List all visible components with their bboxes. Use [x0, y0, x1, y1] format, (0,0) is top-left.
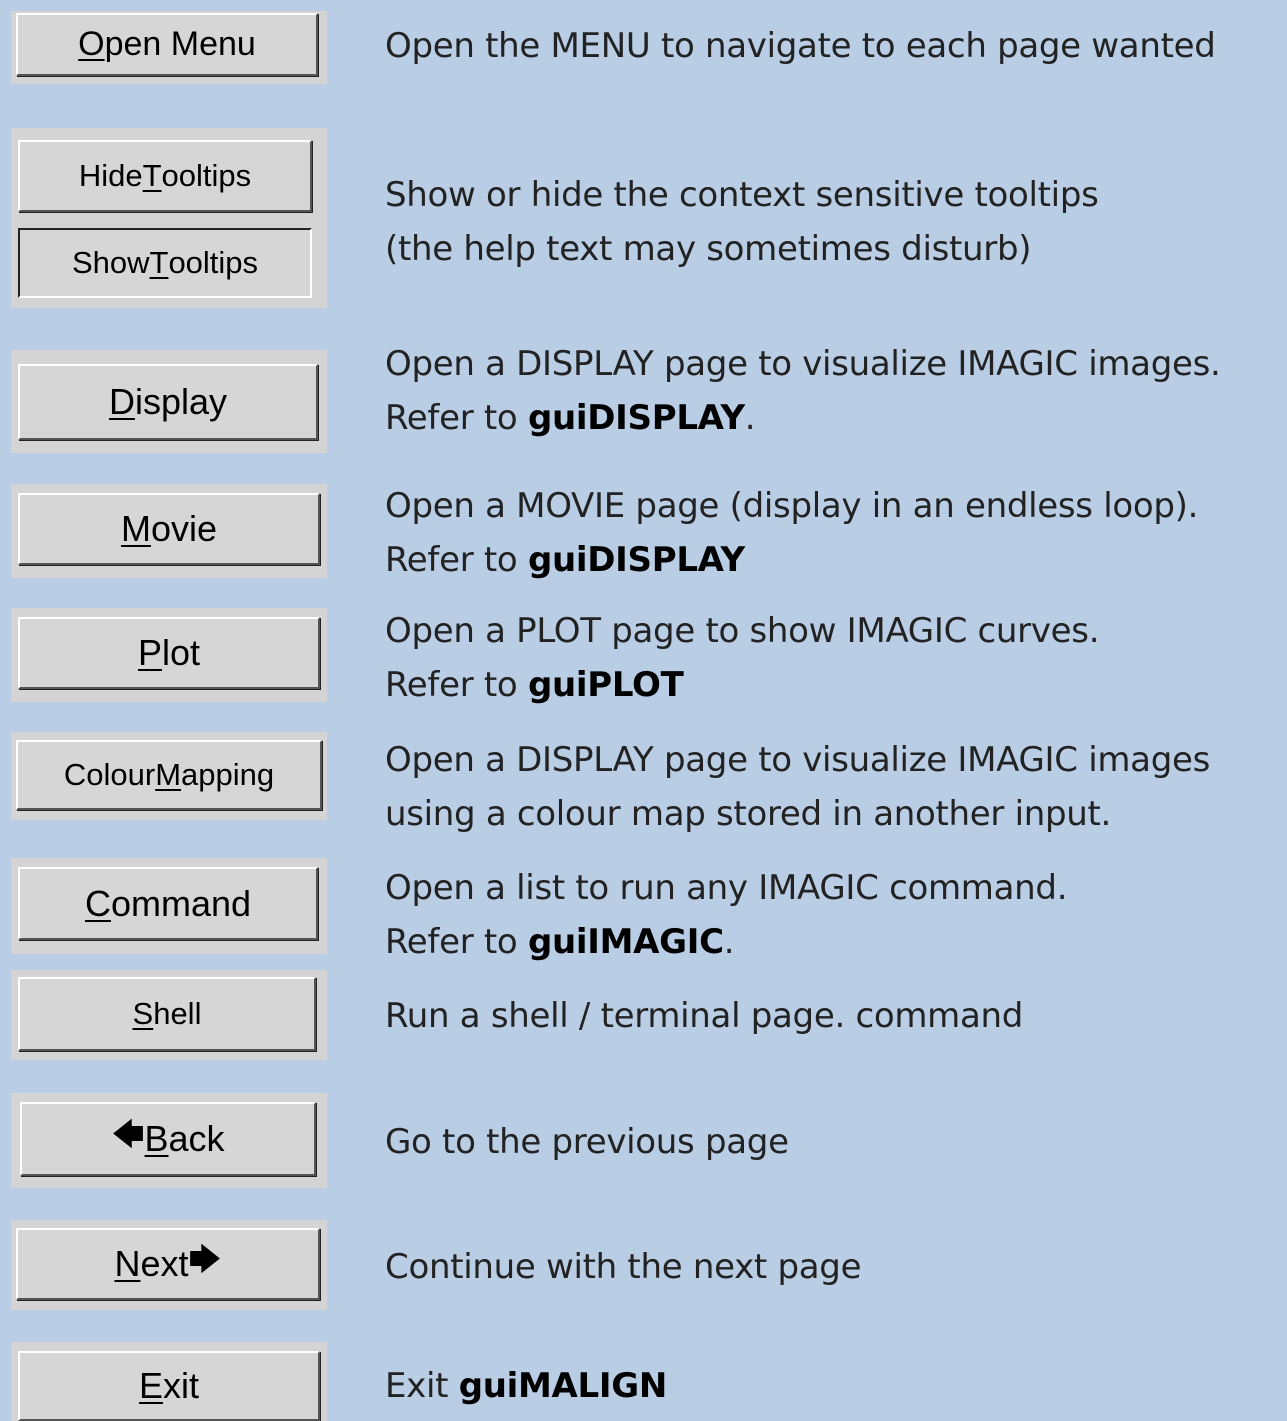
show-tooltips-mnemonic: T: [149, 245, 169, 280]
next-description: Continue with the next page: [385, 1240, 1285, 1294]
command-description: Open a list to run any IMAGIC command. R…: [385, 861, 1285, 969]
colour-mapping-button[interactable]: Colour Mapping: [16, 740, 322, 810]
hide-tooltips-mnemonic: T: [142, 158, 162, 193]
open-menu-mnemonic: O: [78, 25, 105, 63]
back-label: ack: [168, 1118, 225, 1159]
command-desc-line1: Open a list to run any IMAGIC command.: [385, 868, 1068, 908]
command-mnemonic: C: [84, 882, 111, 924]
hide-tooltips-label: ooltips: [161, 158, 252, 193]
plot-label: lot: [161, 632, 201, 673]
back-button[interactable]: 🡄 Back: [20, 1102, 316, 1176]
open-menu-description: Open the MENU to navigate to each page w…: [385, 19, 1285, 73]
tooltips-description: Show or hide the context sensitive toolt…: [385, 168, 1285, 276]
plot-desc-line1: Open a PLOT page to show IMAGIC curves.: [385, 611, 1100, 651]
open-menu-desc-line1: Open the MENU to navigate to each page w…: [385, 26, 1216, 66]
exit-desc-line1: Exit guiMALIGN: [385, 1359, 1285, 1413]
next-button[interactable]: Next 🡆: [16, 1228, 320, 1300]
command-desc-line2: Refer to guiIMAGIC.: [385, 915, 1285, 969]
hide-tooltips-button[interactable]: Hide Tooltips: [18, 140, 312, 212]
plot-mnemonic: P: [137, 632, 162, 673]
exit-label: xit: [163, 1365, 199, 1406]
movie-description: Open a MOVIE page (display in an endless…: [385, 479, 1285, 587]
exit-mnemonic: E: [138, 1365, 163, 1406]
plot-description: Open a PLOT page to show IMAGIC curves. …: [385, 604, 1285, 712]
next-desc-line1: Continue with the next page: [385, 1247, 862, 1287]
next-mnemonic: N: [114, 1243, 141, 1284]
open-menu-button[interactable]: Open Menu: [16, 13, 318, 76]
display-button[interactable]: Display: [18, 364, 318, 440]
display-desc-refer: Refer to: [385, 398, 528, 438]
arrow-left-icon: 🡄: [111, 1116, 145, 1152]
back-description: Go to the previous page: [385, 1115, 1285, 1169]
colour-mapping-desc-line2: using a colour map stored in another inp…: [385, 794, 1112, 834]
display-mnemonic: D: [108, 381, 135, 422]
movie-mnemonic: M: [120, 508, 151, 549]
colour-mapping-description: Open a DISPLAY page to visualize IMAGIC …: [385, 733, 1285, 841]
hide-tooltips-label-pre: Hide: [78, 158, 143, 193]
display-desc-line1: Open a DISPLAY page to visualize IMAGIC …: [385, 344, 1221, 384]
command-button[interactable]: Command: [18, 867, 318, 940]
plot-button[interactable]: Plot: [18, 617, 320, 689]
colour-mapping-desc-line1: Open a DISPLAY page to visualize IMAGIC …: [385, 740, 1211, 780]
movie-button[interactable]: Movie: [18, 493, 320, 565]
arrow-right-icon: 🡆: [188, 1241, 222, 1277]
colour-mapping-label: apping: [181, 757, 275, 792]
command-desc-link: guiIMAGIC: [527, 922, 724, 962]
open-menu-label: pen Menu: [104, 25, 256, 63]
display-description: Open a DISPLAY page to visualize IMAGIC …: [385, 337, 1285, 445]
colour-mapping-mnemonic: M: [155, 757, 182, 792]
show-tooltips-button[interactable]: Show Tooltips: [18, 228, 312, 298]
shell-button[interactable]: Shell: [18, 977, 316, 1051]
plot-desc-refer: Refer to: [385, 665, 528, 705]
display-desc-link: guiDISPLAY: [527, 398, 745, 438]
display-desc-punct: .: [744, 398, 756, 438]
shell-description: Run a shell / terminal page. command: [385, 989, 1285, 1043]
exit-button[interactable]: Exit: [18, 1351, 320, 1421]
command-label: ommand: [110, 882, 252, 924]
display-desc-line2: Refer to guiDISPLAY.: [385, 391, 1285, 445]
exit-desc-app: guiMALIGN: [458, 1366, 668, 1406]
plot-desc-link: guiPLOT: [527, 665, 684, 705]
movie-desc-line1: Open a MOVIE page (display in an endless…: [385, 486, 1199, 526]
back-mnemonic: B: [144, 1118, 169, 1159]
display-label: isplay: [134, 381, 228, 422]
shell-label: hell: [153, 996, 202, 1031]
colour-mapping-label-pre: Colour: [63, 757, 156, 792]
show-tooltips-label: ooltips: [168, 245, 259, 280]
command-desc-refer: Refer to: [385, 922, 528, 962]
movie-desc-line2: Refer to guiDISPLAY: [385, 533, 1285, 587]
exit-description: Exit guiMALIGN: [385, 1359, 1285, 1413]
movie-label: ovie: [150, 508, 218, 549]
next-label: ext: [140, 1243, 189, 1284]
command-desc-punct: .: [723, 922, 735, 962]
show-tooltips-label-pre: Show: [71, 245, 150, 280]
exit-desc-text: Exit: [385, 1366, 459, 1406]
movie-desc-link: guiDISPLAY: [527, 540, 745, 580]
shell-desc-line1: Run a shell / terminal page. command: [385, 996, 1024, 1036]
plot-desc-line2: Refer to guiPLOT: [385, 658, 1285, 712]
tooltips-desc-line2: (the help text may sometimes disturb): [385, 229, 1032, 269]
shell-mnemonic: S: [132, 996, 154, 1031]
movie-desc-refer: Refer to: [385, 540, 528, 580]
back-desc-line1: Go to the previous page: [385, 1122, 789, 1162]
tooltips-desc-line1: Show or hide the context sensitive toolt…: [385, 175, 1099, 215]
